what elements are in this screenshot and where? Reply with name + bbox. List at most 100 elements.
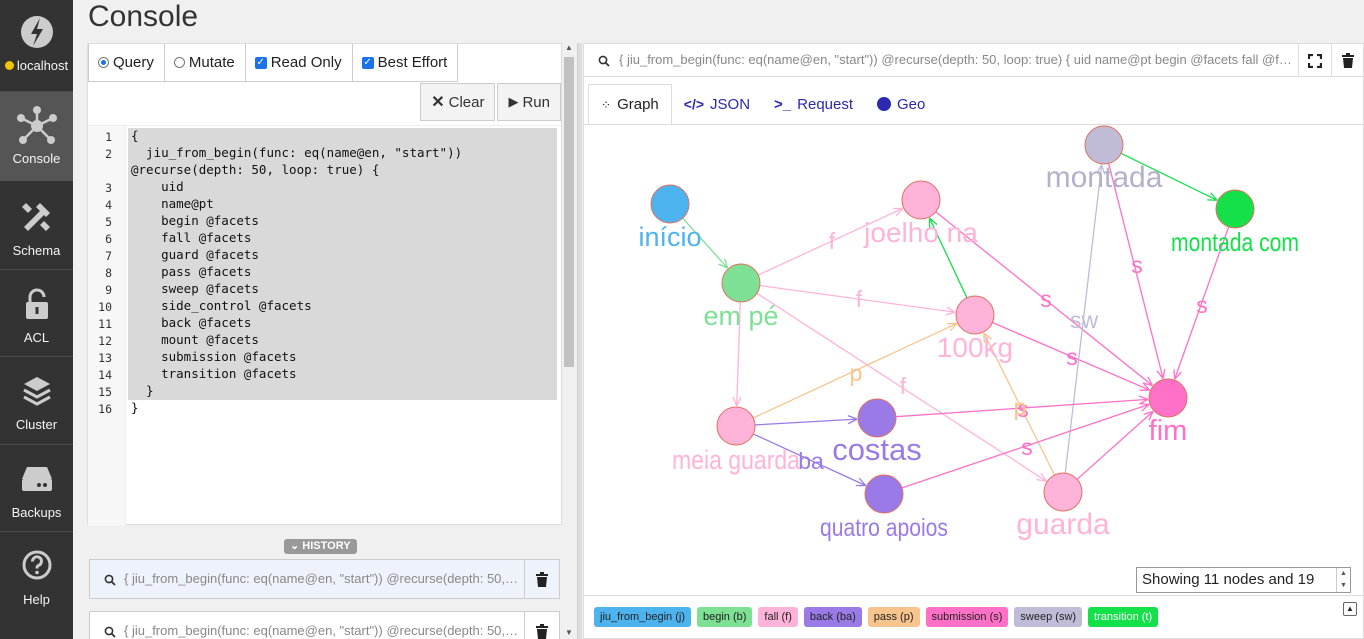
code-line: { bbox=[131, 128, 139, 143]
tab-json[interactable]: </> JSON bbox=[672, 84, 762, 124]
history-item[interactable]: { jiu_from_begin(func: eq(name@en, "star… bbox=[89, 611, 560, 639]
sidebar-item-backups[interactable]: Backups bbox=[0, 445, 73, 531]
code-line: submission @facets bbox=[131, 349, 297, 364]
edge-label: f bbox=[829, 228, 836, 254]
history-toggle[interactable]: ⌄ HISTORY bbox=[284, 539, 357, 554]
tab-label: JSON bbox=[710, 95, 751, 113]
edge-label: f bbox=[856, 286, 863, 312]
connection-status-icon bbox=[4, 61, 14, 70]
layers-icon bbox=[22, 377, 51, 406]
code-line: guard @facets bbox=[131, 247, 259, 262]
graph-node-label: em pé bbox=[703, 301, 778, 331]
best-effort-label: Best Effort bbox=[377, 54, 448, 71]
line-number: 2 bbox=[105, 147, 112, 161]
delete-result-button[interactable] bbox=[1331, 44, 1364, 77]
result-query-text[interactable]: { jiu_from_begin(func: eq(name@en, "star… bbox=[619, 52, 1294, 67]
code-editor[interactable]: 1 2 3 4 5 6 7 8 9 10 11 12 13 14 15 16 { jiu_from_begin… bbox=[88, 125, 561, 526]
read-only-checkbox[interactable]: ✓ Read Only bbox=[245, 44, 353, 82]
run-label: Run bbox=[522, 93, 550, 111]
radio-selected-icon bbox=[98, 57, 109, 68]
delete-history-button[interactable] bbox=[524, 612, 559, 639]
history-label: HISTORY bbox=[302, 540, 351, 552]
scroll-up-icon[interactable]: ▲ bbox=[565, 43, 573, 52]
host-label: localhost bbox=[16, 58, 69, 73]
close-icon: ✕ bbox=[431, 94, 445, 111]
graph-edge[interactable] bbox=[1076, 410, 1154, 480]
clear-label: Clear bbox=[448, 93, 485, 111]
sidebar-item-label: Backups bbox=[11, 505, 62, 520]
sidebar-item-schema[interactable]: Schema bbox=[0, 181, 73, 269]
sidebar-item-label: Help bbox=[23, 592, 50, 607]
graph-node[interactable] bbox=[1148, 378, 1188, 418]
graph-node-label: 100kg bbox=[937, 332, 1013, 363]
mutate-radio[interactable]: Mutate bbox=[164, 44, 246, 82]
graph-node[interactable] bbox=[650, 184, 690, 224]
graph-edge[interactable] bbox=[754, 418, 858, 426]
globe-icon bbox=[877, 97, 892, 111]
graph-node[interactable] bbox=[1043, 472, 1083, 512]
clear-button[interactable]: ✕ Clear bbox=[420, 83, 496, 121]
sidebar-item-label: ACL bbox=[23, 330, 50, 345]
read-only-label: Read Only bbox=[270, 54, 342, 71]
code-line: fall @facets bbox=[131, 230, 252, 245]
history-item[interactable]: { jiu_from_begin(func: eq(name@en, "star… bbox=[89, 559, 560, 599]
tab-geo[interactable]: Geo bbox=[865, 84, 937, 124]
best-effort-checkbox[interactable]: ✓ Best Effort bbox=[352, 44, 459, 82]
graph-canvas[interactable]: fffsswsspbasspsinícioem péjoelho namonta… bbox=[584, 125, 1364, 595]
legend-item: jiu_from_begin (j) bbox=[594, 607, 691, 627]
edge-label: s bbox=[1131, 252, 1143, 278]
sidebar: localhost Console Schema ACL Cluster Bac… bbox=[0, 0, 73, 639]
query-radio[interactable]: Query bbox=[88, 44, 165, 82]
results-pane: { jiu_from_begin(func: eq(name@en, "star… bbox=[583, 43, 1364, 639]
line-number: 14 bbox=[98, 368, 112, 382]
delete-history-button[interactable] bbox=[524, 560, 559, 598]
query-label: Query bbox=[113, 54, 154, 71]
tab-label: Graph bbox=[617, 96, 659, 113]
legend-expand-button[interactable]: ▲ bbox=[1343, 602, 1357, 616]
editor-scrollbar[interactable]: ▲ ▼ bbox=[563, 43, 576, 639]
tab-request[interactable]: >_ Request bbox=[762, 84, 865, 124]
search-icon bbox=[104, 574, 116, 586]
sidebar-item-label: Schema bbox=[12, 243, 61, 258]
edge-label: s bbox=[1066, 344, 1078, 370]
tab-graph[interactable]: ⁘ Graph bbox=[588, 84, 672, 124]
sidebar-item-console[interactable]: Console bbox=[0, 92, 73, 181]
sidebar-host[interactable]: localhost bbox=[0, 10, 73, 90]
sidebar-item-label: Cluster bbox=[15, 417, 58, 432]
code-line: @recurse(depth: 50, loop: true) { bbox=[131, 162, 380, 177]
edge-arrowhead bbox=[1036, 472, 1047, 482]
line-number: 8 bbox=[105, 266, 112, 280]
code-line: pass @facets bbox=[131, 264, 252, 279]
graph-node[interactable] bbox=[901, 180, 941, 220]
sidebar-item-help[interactable]: Help bbox=[0, 532, 73, 639]
scrollbar-thumb[interactable] bbox=[564, 57, 574, 367]
fullscreen-button[interactable] bbox=[1298, 44, 1331, 77]
edge-label: ba bbox=[798, 448, 824, 474]
line-number: 7 bbox=[105, 249, 112, 263]
graph-node[interactable] bbox=[1084, 125, 1124, 165]
graph-node[interactable] bbox=[721, 263, 761, 303]
code-line: } bbox=[131, 400, 139, 415]
graph-node[interactable] bbox=[716, 406, 756, 446]
graph-node[interactable] bbox=[864, 474, 904, 514]
trash-icon bbox=[1342, 53, 1354, 68]
page-title: Console bbox=[88, 0, 199, 33]
editor-actions: ✕ Clear ▶ Run bbox=[418, 83, 561, 121]
graph-node[interactable] bbox=[1215, 189, 1255, 229]
line-number: 4 bbox=[105, 198, 112, 212]
scroll-down-icon[interactable]: ▼ bbox=[565, 628, 573, 637]
line-number: 13 bbox=[98, 351, 112, 365]
edge-label: s bbox=[1040, 286, 1052, 312]
status-scroll[interactable]: ▲ ▼ bbox=[1336, 568, 1350, 592]
terminal-icon: >_ bbox=[774, 95, 792, 113]
sidebar-item-acl[interactable]: ACL bbox=[0, 270, 73, 356]
line-number: 3 bbox=[105, 181, 112, 195]
code-line: begin @facets bbox=[131, 213, 259, 228]
run-button[interactable]: ▶ Run bbox=[497, 83, 561, 121]
line-number: 11 bbox=[98, 317, 112, 331]
graph-node[interactable] bbox=[955, 295, 995, 335]
console-graph-icon bbox=[16, 106, 57, 144]
dgraph-logo-icon bbox=[20, 16, 53, 48]
pane-resize-handle[interactable] bbox=[577, 43, 582, 639]
sidebar-item-cluster[interactable]: Cluster bbox=[0, 357, 73, 444]
